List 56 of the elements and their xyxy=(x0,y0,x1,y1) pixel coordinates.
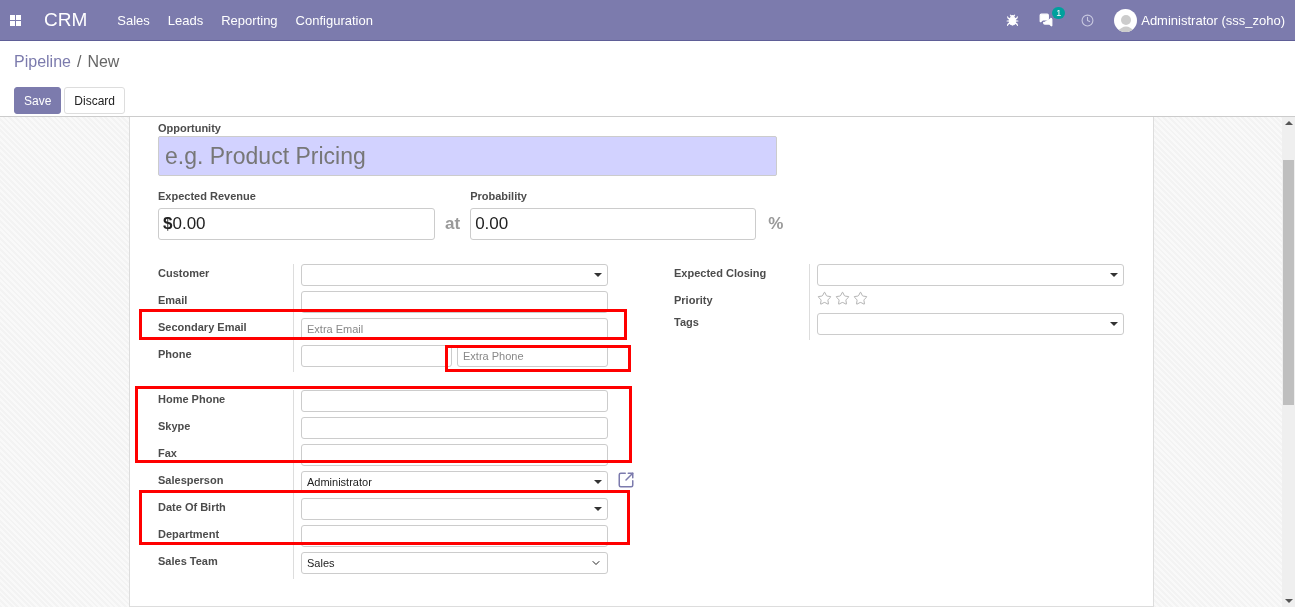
field-label: Email xyxy=(158,293,189,308)
apps-grid-icon[interactable] xyxy=(10,14,21,26)
breadcrumb-current: New xyxy=(87,53,120,72)
app-title: CRM xyxy=(44,9,88,31)
discard-button[interactable]: Discard xyxy=(64,87,126,114)
bug-icon[interactable] xyxy=(1006,13,1020,27)
dropdown-field[interactable] xyxy=(301,498,608,520)
menu-item[interactable]: Leads xyxy=(167,12,204,28)
dropdown-field[interactable] xyxy=(301,264,608,286)
input-field[interactable] xyxy=(301,345,452,367)
scrollbar[interactable] xyxy=(1282,117,1295,607)
probability-input[interactable]: 0.00 xyxy=(470,208,757,240)
menu-item[interactable]: Configuration xyxy=(295,12,373,28)
input-field[interactable] xyxy=(301,417,608,439)
avatar-icon xyxy=(1114,8,1138,32)
field-label: Department xyxy=(158,527,221,542)
field-label: Tags xyxy=(674,315,700,330)
breadcrumb-link[interactable]: Pipeline xyxy=(14,53,71,79)
field-label: Home Phone xyxy=(158,392,227,407)
input-field[interactable] xyxy=(301,390,608,412)
priority-stars[interactable] xyxy=(817,291,868,306)
save-button[interactable]: Save xyxy=(14,87,62,114)
menu-item[interactable]: Sales xyxy=(117,12,150,28)
field-label: Sales Team xyxy=(158,554,219,569)
field-label: Priority xyxy=(674,293,714,308)
field-label: Opportunity xyxy=(158,122,222,134)
field-label: Skype xyxy=(158,419,192,434)
user-menu[interactable]: Administrator (sss_zoho) xyxy=(1141,12,1285,28)
breadcrumb-separator: / xyxy=(76,53,82,72)
input-field[interactable]: Extra Email xyxy=(301,318,608,340)
select-field[interactable]: Sales xyxy=(301,552,608,574)
clock-icon[interactable] xyxy=(1081,13,1095,27)
field-label: Expected Closing xyxy=(674,266,768,281)
dropdown-field[interactable] xyxy=(817,264,1124,286)
field-label: Salesperson xyxy=(158,473,225,488)
field-label: Customer xyxy=(158,266,211,281)
notification-count: 1 xyxy=(1052,7,1066,19)
at-text: at xyxy=(445,214,461,234)
field-label: Fax xyxy=(158,446,178,461)
field-label: Probability xyxy=(470,190,528,202)
star-icon[interactable] xyxy=(817,291,832,306)
field-label: Secondary Email xyxy=(158,320,248,335)
dropdown-field[interactable]: Administrator xyxy=(301,471,608,493)
dropdown-field[interactable] xyxy=(817,313,1124,335)
percent-sign: % xyxy=(768,214,784,234)
chat-icon[interactable] xyxy=(1039,13,1054,27)
field-label: Date Of Birth xyxy=(158,500,227,515)
input-field[interactable] xyxy=(301,525,608,547)
opportunity-input[interactable]: e.g. Product Pricing xyxy=(158,136,777,176)
menu-item[interactable]: Reporting xyxy=(221,12,278,28)
star-icon[interactable] xyxy=(853,291,868,306)
revenue-input[interactable]: $0.00 xyxy=(158,208,435,240)
field-label: Phone xyxy=(158,347,193,362)
field-label: Expected Revenue xyxy=(158,190,257,202)
star-icon[interactable] xyxy=(835,291,850,306)
external-link-icon[interactable] xyxy=(617,471,635,489)
